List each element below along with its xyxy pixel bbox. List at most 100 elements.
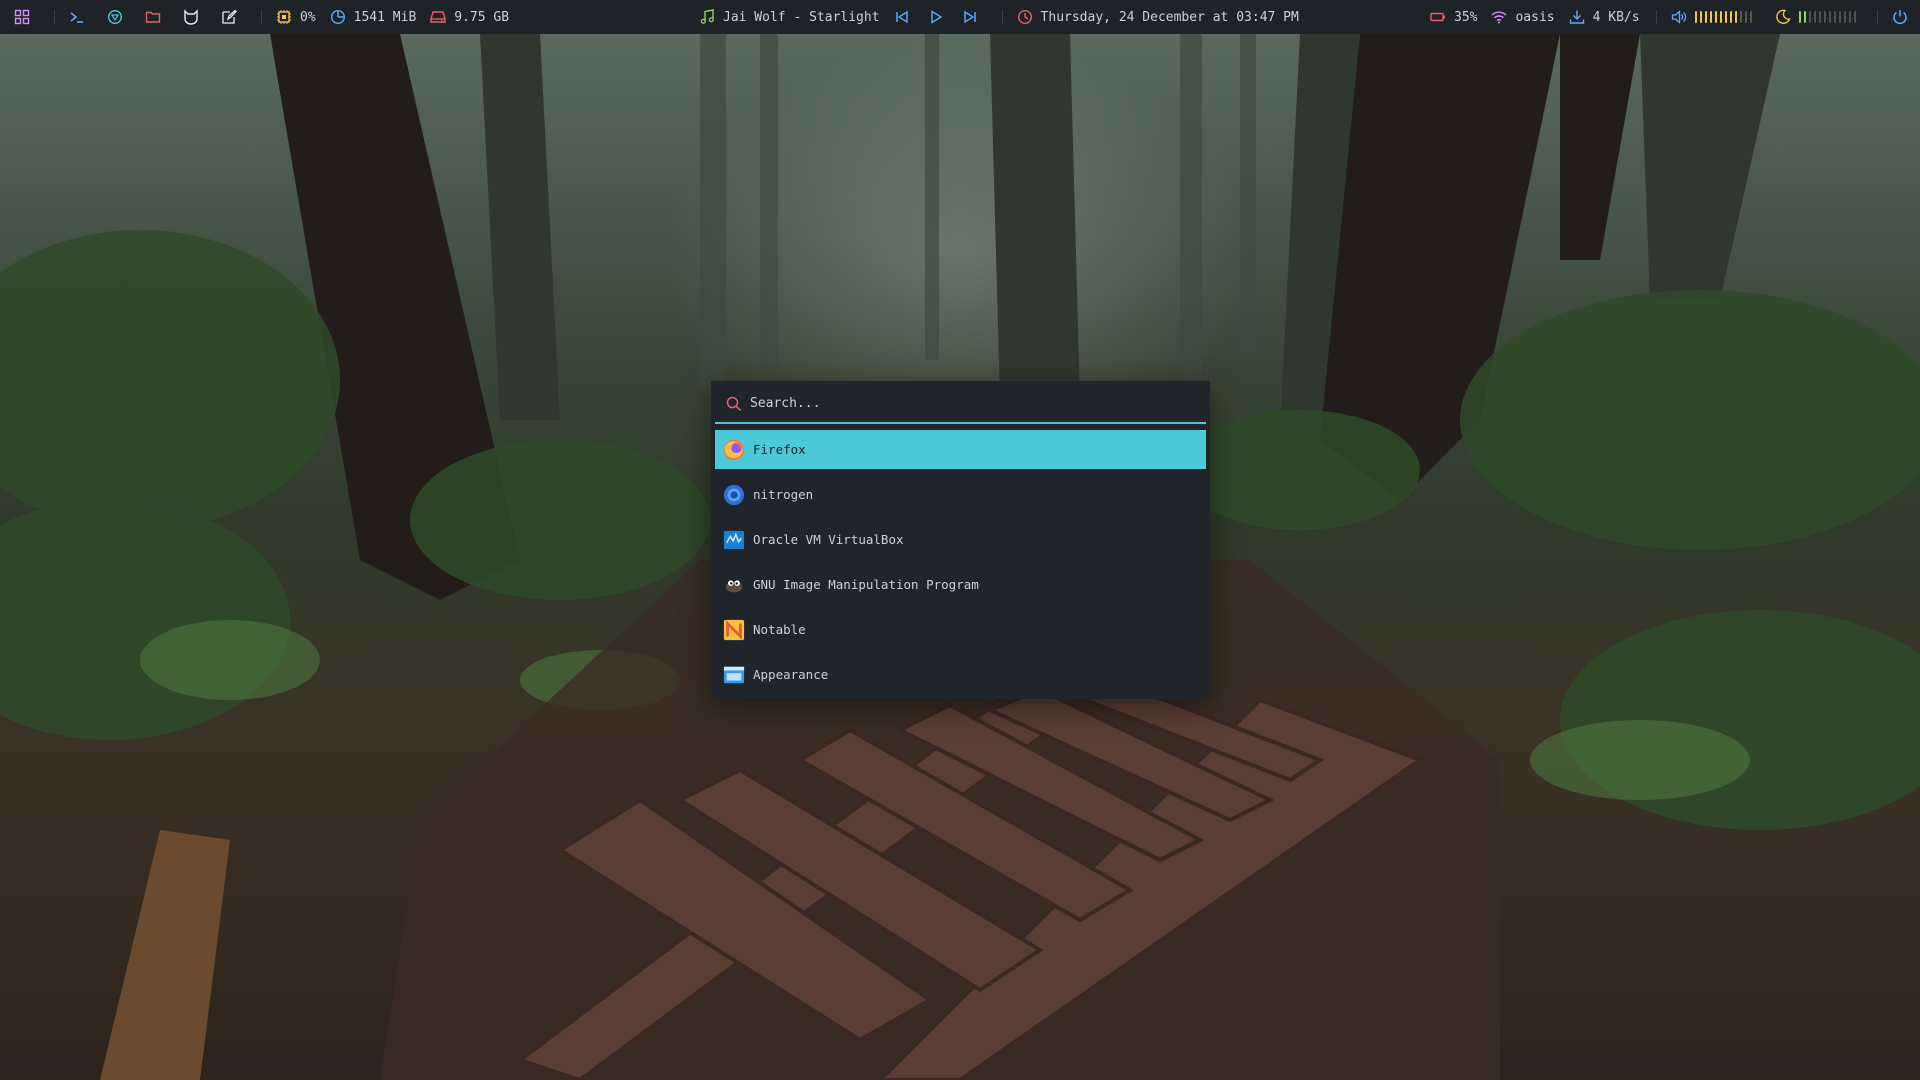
battery-widget: 35% (1430, 9, 1477, 25)
launcher-result-nitrogen[interactable]: nitrogen (715, 475, 1206, 514)
level-meter-segment (1853, 11, 1856, 23)
appearance-icon (723, 666, 745, 683)
search-icon (726, 396, 742, 411)
topbar-separator (1876, 10, 1878, 24)
skip-next-icon (963, 10, 976, 24)
level-meter-segment (1828, 11, 1831, 23)
level-meter-segment (1818, 11, 1821, 23)
topbar-left-group: 0% 1541 MiB 9.75 GB (14, 0, 523, 34)
edit-icon (222, 9, 237, 24)
level-meter-segment (1803, 11, 1806, 23)
launcher-result-label: nitrogen (753, 487, 814, 502)
launcher-result-label: Oracle VM VirtualBox (753, 532, 904, 547)
play-icon (930, 10, 942, 24)
skip-previous-icon (895, 10, 908, 24)
file-manager-launcher[interactable] (145, 9, 169, 25)
level-meter-segment (1833, 11, 1836, 23)
cat-icon (184, 9, 198, 25)
launcher-result-appearance[interactable]: Appearance (715, 655, 1206, 694)
music-track-title: Jai Wolf - Starlight (723, 9, 880, 25)
level-meter-segment (1699, 11, 1702, 23)
music-note-icon (700, 9, 714, 24)
next-track-button[interactable] (962, 9, 986, 25)
disk-usage-value: 9.75 GB (454, 9, 510, 25)
topbar-separator (261, 10, 262, 24)
launcher-search-input[interactable] (750, 396, 1190, 411)
apps-grid-button[interactable] (14, 9, 38, 25)
app-launcher: Firefox nitrogen Oracle VM VirtualBox (711, 381, 1210, 699)
launcher-result-label: Notable (753, 622, 806, 637)
level-meter-segment (1739, 11, 1742, 23)
topbar-separator (1001, 10, 1003, 24)
level-meter-segment (1848, 11, 1851, 23)
level-meter-segment (1798, 11, 1801, 23)
level-meter-segment (1719, 11, 1722, 23)
download-icon (1569, 10, 1584, 24)
level-meter-segment (1729, 11, 1732, 23)
battery-icon (1430, 12, 1445, 22)
play-button[interactable] (928, 9, 952, 25)
topbar-right-group: 35% oasis 4 KB/s (1430, 0, 1920, 34)
browser-launcher[interactable] (107, 9, 131, 25)
brightness-widget[interactable] (1775, 9, 1859, 25)
topbar-separator (1655, 10, 1657, 24)
topbar-center-group: Jai Wolf - Starlight Thursday, 24 Decemb… (699, 0, 1313, 34)
level-meter-segment (1808, 11, 1811, 23)
level-meter-segment (1838, 11, 1841, 23)
nitrogen-icon (723, 484, 745, 505)
level-meter-segment (1749, 11, 1752, 23)
launcher-result-label: Appearance (753, 667, 829, 682)
disk-widget: 9.75 GB (430, 9, 509, 25)
music-widget[interactable]: Jai Wolf - Starlight (699, 9, 880, 25)
level-meter-segment (1694, 11, 1697, 23)
wifi-icon (1491, 11, 1507, 24)
disk-icon (430, 11, 446, 23)
launcher-result-gimp[interactable]: GNU Image Manipulation Program (715, 565, 1206, 604)
apps-grid-icon (14, 9, 30, 25)
moon-icon (1775, 9, 1791, 24)
firefox-icon (723, 439, 745, 460)
battery-percentage: 35% (1454, 9, 1478, 25)
cat-launcher[interactable] (183, 9, 207, 25)
level-meter-segment (1724, 11, 1727, 23)
brightness-level-meter[interactable] (1798, 10, 1859, 24)
terminal-launcher[interactable] (69, 9, 93, 25)
level-meter-segment (1704, 11, 1707, 23)
volume-level-meter[interactable] (1694, 10, 1755, 24)
launcher-results-list: Firefox nitrogen Oracle VM VirtualBox GN… (715, 430, 1206, 700)
wifi-ssid: oasis (1515, 9, 1555, 25)
launcher-search-bar[interactable] (715, 385, 1206, 424)
memory-usage-value: 1541 MiB (353, 9, 417, 25)
launcher-result-virtualbox[interactable]: Oracle VM VirtualBox (715, 520, 1206, 559)
previous-track-button[interactable] (894, 9, 918, 25)
wifi-widget[interactable]: oasis (1491, 9, 1555, 25)
editor-launcher[interactable] (221, 9, 245, 25)
launcher-result-label: GNU Image Manipulation Program (753, 577, 979, 592)
volume-icon (1671, 10, 1686, 24)
clock-icon (1017, 9, 1032, 25)
launcher-result-label: Firefox (753, 442, 806, 457)
level-meter-segment (1744, 11, 1747, 23)
folder-icon (145, 11, 161, 23)
top-status-bar: 0% 1541 MiB 9.75 GB Jai Wolf - Starlight… (0, 0, 1920, 34)
level-meter-segment (1734, 11, 1737, 23)
cpu-icon (277, 10, 291, 24)
download-speed-widget: 4 KB/s (1569, 9, 1640, 25)
memory-pie-icon (330, 9, 345, 25)
clock-widget[interactable]: Thursday, 24 December at 03:47 PM (1017, 9, 1299, 25)
power-icon (1892, 10, 1907, 25)
memory-widget: 1541 MiB (330, 9, 417, 25)
level-meter-segment (1823, 11, 1826, 23)
level-meter-segment (1813, 11, 1816, 23)
power-button[interactable] (1892, 9, 1916, 25)
launcher-result-notable[interactable]: Notable (715, 610, 1206, 649)
virtualbox-icon (723, 530, 745, 549)
launcher-result-firefox[interactable]: Firefox (715, 430, 1206, 469)
volume-widget[interactable] (1671, 9, 1755, 25)
level-meter-segment (1843, 11, 1846, 23)
level-meter-segment (1709, 11, 1712, 23)
terminal-icon (70, 12, 83, 23)
topbar-separator (54, 10, 55, 24)
browser-icon (107, 9, 123, 25)
download-speed-value: 4 KB/s (1592, 9, 1640, 25)
